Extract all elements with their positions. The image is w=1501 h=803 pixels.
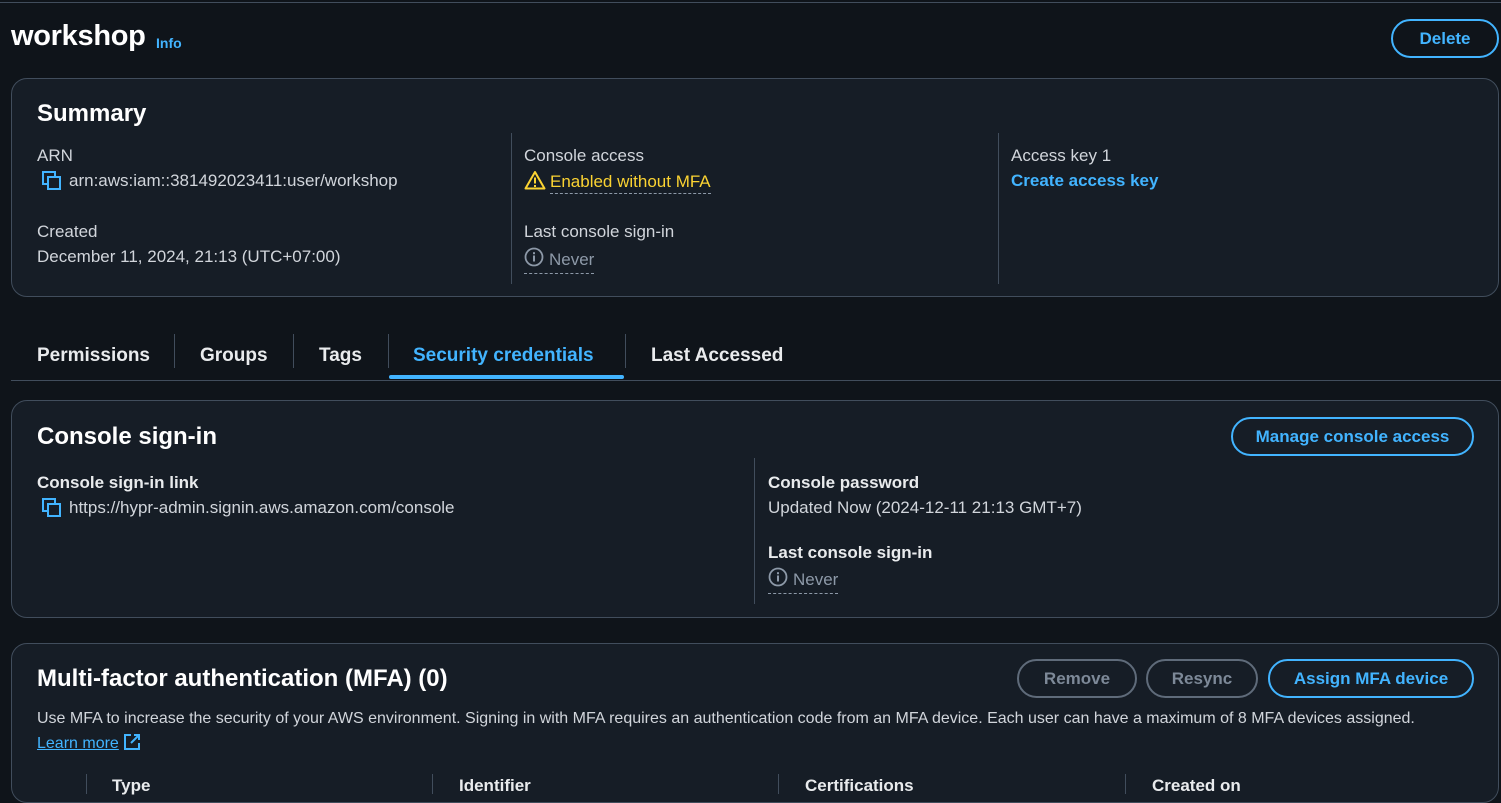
last-signin-text: Never	[793, 569, 839, 589]
last-signin-value[interactable]: Never	[524, 247, 595, 274]
remove-button[interactable]: Remove	[1017, 659, 1137, 698]
console-access-value[interactable]: Enabled without MFA	[524, 170, 711, 195]
signin-link-value: https://hypr-admin.signin.aws.amazon.com…	[41, 497, 455, 519]
tab-separator	[625, 334, 626, 368]
console-access-label: Console access	[524, 146, 645, 165]
last-signin-label: Last console sign-in	[524, 222, 675, 241]
tab-last-accessed[interactable]: Last Accessed	[651, 332, 783, 380]
tab-permissions[interactable]: Permissions	[37, 332, 150, 380]
created-value: December 11, 2024, 21:13 (UTC+07:00)	[37, 247, 341, 266]
column-divider	[511, 133, 512, 284]
console-signin-heading: Console sign-in	[37, 423, 217, 450]
column-header-type[interactable]: Type	[112, 776, 150, 796]
column-header-created-on[interactable]: Created on	[1152, 776, 1241, 796]
top-divider	[0, 2, 1501, 3]
console-signin-panel: Console sign-in Manage console access Co…	[11, 400, 1499, 618]
arn-label: ARN	[37, 146, 73, 165]
access-key-label: Access key 1	[1011, 146, 1112, 165]
column-header-certifications[interactable]: Certifications	[805, 776, 914, 796]
column-separator	[778, 774, 779, 794]
external-link-icon[interactable]	[123, 734, 141, 752]
tab-bar-divider	[11, 380, 1501, 381]
last-signin-text: Never	[549, 249, 595, 269]
manage-console-access-button[interactable]: Manage console access	[1231, 417, 1474, 456]
create-access-key-link[interactable]: Create access key	[1011, 171, 1158, 191]
summary-heading: Summary	[37, 100, 147, 127]
last-signin-status[interactable]: Never	[768, 567, 839, 594]
assign-mfa-device-button[interactable]: Assign MFA device	[1268, 659, 1474, 698]
console-access-status[interactable]: Enabled without MFA	[550, 172, 711, 194]
resync-button[interactable]: Resync	[1146, 659, 1258, 698]
arn-value: arn:aws:iam::381492023411:user/workshop	[41, 170, 398, 192]
signin-link-label: Console sign-in link	[37, 473, 199, 492]
arn-text: arn:aws:iam::381492023411:user/workshop	[69, 171, 398, 190]
learn-more-link[interactable]: Learn more	[37, 735, 119, 752]
mfa-heading: Multi-factor authentication (MFA) (0)	[37, 665, 448, 692]
mfa-description: Use MFA to increase the security of your…	[37, 706, 1437, 756]
page-title: workshop	[11, 20, 146, 52]
info-circle-icon	[768, 567, 788, 592]
signin-link-text: https://hypr-admin.signin.aws.amazon.com…	[69, 498, 455, 517]
tab-security-credentials[interactable]: Security credentials	[413, 332, 594, 380]
tab-separator	[388, 334, 389, 368]
tab-bar: Permissions Groups Tags Security credent…	[11, 332, 1501, 380]
tab-separator	[293, 334, 294, 368]
created-label: Created	[37, 222, 98, 241]
mfa-description-text: Use MFA to increase the security of your…	[37, 710, 1415, 727]
last-signin-label: Last console sign-in	[768, 543, 933, 562]
tab-separator	[174, 334, 175, 368]
tab-groups[interactable]: Groups	[200, 332, 268, 380]
copy-icon[interactable]	[41, 170, 63, 192]
info-link[interactable]: Info	[156, 35, 182, 51]
column-separator	[86, 774, 87, 794]
last-signin-status[interactable]: Never	[524, 247, 595, 274]
console-password-label: Console password	[768, 473, 920, 492]
summary-panel: Summary ARN arn:aws:iam::381492023411:us…	[11, 78, 1499, 297]
column-separator	[432, 774, 433, 794]
last-signin-value[interactable]: Never	[768, 567, 839, 594]
active-tab-indicator	[389, 375, 624, 379]
column-divider	[998, 133, 999, 284]
copy-icon[interactable]	[41, 497, 63, 519]
console-password-value: Updated Now (2024-12-11 21:13 GMT+7)	[768, 498, 1082, 517]
tab-tags[interactable]: Tags	[319, 332, 362, 380]
info-circle-icon	[524, 247, 544, 272]
column-divider	[754, 458, 755, 604]
column-header-identifier[interactable]: Identifier	[459, 776, 531, 796]
column-separator	[1125, 774, 1126, 794]
warning-icon	[524, 170, 546, 195]
delete-button[interactable]: Delete	[1391, 19, 1499, 58]
